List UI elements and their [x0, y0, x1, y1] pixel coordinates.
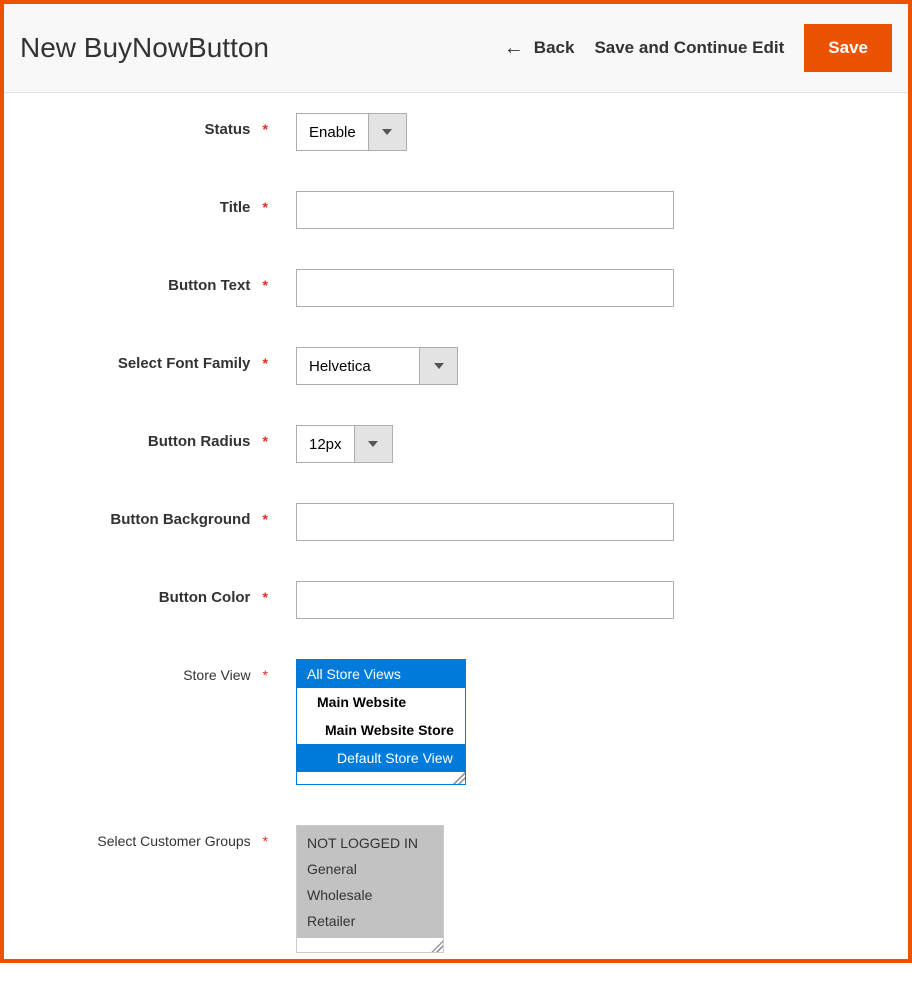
store-view-option[interactable]: Main Website	[297, 688, 465, 716]
arrow-left-icon: ←	[504, 38, 524, 58]
page-title: New BuyNowButton	[20, 32, 504, 64]
button-color-input[interactable]	[296, 581, 674, 619]
label-title: Title *	[34, 191, 296, 216]
required-star: *	[263, 433, 268, 449]
back-button-label: Back	[534, 38, 575, 58]
required-star: *	[263, 833, 268, 849]
store-view-option[interactable]: Main Website Store	[297, 716, 465, 744]
label-status: Status *	[34, 113, 296, 138]
required-star: *	[263, 121, 268, 137]
field-button-text	[296, 269, 674, 307]
label-font-family: Select Font Family *	[34, 347, 296, 372]
resize-grip-icon[interactable]	[431, 940, 443, 952]
label-button-background: Button Background *	[34, 503, 296, 528]
button-radius-select[interactable]: 12px	[296, 425, 393, 463]
button-background-input[interactable]	[296, 503, 674, 541]
label-customer-groups: Select Customer Groups *	[34, 825, 296, 849]
chevron-down-icon[interactable]	[354, 426, 392, 462]
label-button-text: Button Text *	[34, 269, 296, 294]
label-button-radius: Button Radius *	[34, 425, 296, 450]
form-area: Status * Enable Title * Button Text *	[4, 93, 908, 985]
save-continue-button[interactable]: Save and Continue Edit	[594, 38, 784, 58]
label-button-color: Button Color *	[34, 581, 296, 606]
back-button[interactable]: ← Back	[504, 38, 575, 58]
customer-groups-listbox[interactable]: NOT LOGGED IN General Wholesale Retailer	[296, 825, 444, 953]
store-view-option[interactable]: Default Store View	[297, 744, 465, 772]
required-star: *	[263, 667, 268, 683]
status-select-value: Enable	[297, 114, 368, 150]
button-text-input[interactable]	[296, 269, 674, 307]
font-family-select[interactable]: Helvetica	[296, 347, 458, 385]
required-star: *	[263, 355, 268, 371]
row-button-color: Button Color *	[34, 581, 878, 619]
row-customer-groups: Select Customer Groups * NOT LOGGED IN G…	[34, 825, 878, 953]
page-header: New BuyNowButton ← Back Save and Continu…	[4, 4, 908, 93]
row-status: Status * Enable	[34, 113, 878, 151]
required-star: *	[263, 199, 268, 215]
row-button-text: Button Text *	[34, 269, 878, 307]
required-star: *	[263, 277, 268, 293]
store-view-listbox[interactable]: All Store Views Main Website Main Websit…	[296, 659, 466, 785]
field-customer-groups: NOT LOGGED IN General Wholesale Retailer	[296, 825, 444, 953]
field-status: Enable	[296, 113, 407, 151]
chevron-down-icon[interactable]	[368, 114, 406, 150]
field-font-family: Helvetica	[296, 347, 458, 385]
save-button[interactable]: Save	[804, 24, 892, 72]
field-button-color	[296, 581, 674, 619]
row-store-view: Store View * All Store Views Main Websit…	[34, 659, 878, 785]
field-title	[296, 191, 674, 229]
title-input[interactable]	[296, 191, 674, 229]
chevron-down-icon[interactable]	[419, 348, 457, 384]
label-store-view: Store View *	[34, 659, 296, 683]
customer-group-option[interactable]: General	[297, 856, 443, 882]
field-button-radius: 12px	[296, 425, 393, 463]
row-button-radius: Button Radius * 12px	[34, 425, 878, 463]
row-font-family: Select Font Family * Helvetica	[34, 347, 878, 385]
row-button-background: Button Background *	[34, 503, 878, 541]
customer-group-option[interactable]: NOT LOGGED IN	[297, 830, 443, 856]
font-family-select-value: Helvetica	[297, 348, 419, 384]
button-radius-select-value: 12px	[297, 426, 354, 462]
customer-group-option[interactable]: Wholesale	[297, 882, 443, 908]
customer-group-option[interactable]: Retailer	[297, 908, 443, 934]
field-button-background	[296, 503, 674, 541]
store-view-option[interactable]: All Store Views	[297, 660, 465, 688]
required-star: *	[263, 511, 268, 527]
field-store-view: All Store Views Main Website Main Websit…	[296, 659, 466, 785]
resize-grip-icon[interactable]	[453, 772, 465, 784]
row-title: Title *	[34, 191, 878, 229]
required-star: *	[263, 589, 268, 605]
status-select[interactable]: Enable	[296, 113, 407, 151]
header-actions: ← Back Save and Continue Edit Save	[504, 24, 892, 72]
